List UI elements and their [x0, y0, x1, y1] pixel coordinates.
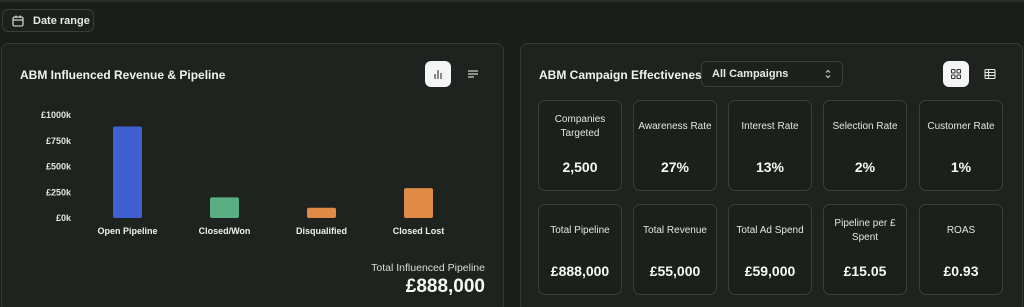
- campaign-effectiveness-panel: ABM Campaign Effectiveness All Campaigns…: [520, 43, 1023, 307]
- metric-card-total-revenue: Total Revenue £55,000: [633, 204, 717, 295]
- top-divider: [0, 0, 1024, 2]
- calendar-icon: [12, 15, 24, 27]
- panel-title: ABM Campaign Effectiveness: [539, 68, 709, 82]
- metric-label: Interest Rate: [741, 121, 799, 132]
- table-view-button[interactable]: [977, 61, 1003, 87]
- metric-card-total-ad-spend: Total Ad Spend £59,000: [728, 204, 812, 295]
- x-category-label: Open Pipeline: [97, 226, 157, 236]
- metric-value: £55,000: [649, 263, 701, 279]
- date-range-label: Date range: [33, 14, 90, 27]
- x-category-label: Closed/Won: [199, 226, 251, 236]
- campaign-select-value: All Campaigns: [712, 68, 789, 80]
- metric-value: 27%: [660, 159, 690, 175]
- metric-label: Total Pipeline: [550, 225, 610, 236]
- metric-label: Awareness Rate: [638, 121, 712, 132]
- metric-card-selection-rate: Selection Rate 2%: [823, 100, 907, 191]
- metric-value: £888,000: [550, 263, 610, 279]
- bar[interactable]: [307, 207, 336, 218]
- total-pipeline-value: £888,000: [405, 276, 485, 297]
- metric-card-companies-targeted: Companies Targeted 2,500: [538, 100, 622, 191]
- metric-label: ROAS: [946, 225, 976, 236]
- y-tick-label: £750k: [46, 136, 72, 146]
- y-tick-label: £0k: [56, 213, 72, 223]
- table-icon: [984, 68, 996, 80]
- total-pipeline-label: Total Influenced Pipeline: [371, 262, 485, 274]
- revenue-bar-chart: £0k £250k £500k £750k £1000k Open Pipeline Clo…: [41, 110, 445, 236]
- metric-label: Customer Rate: [927, 121, 995, 132]
- metric-label: Pipeline per £ Spent: [834, 218, 896, 243]
- metric-card-roas: ROAS £0.93: [919, 204, 1003, 295]
- y-tick-label: £250k: [46, 187, 72, 197]
- bar[interactable]: [404, 188, 433, 218]
- bar[interactable]: [210, 197, 239, 218]
- date-range-button[interactable]: Date range: [2, 9, 94, 32]
- grid-view-button[interactable]: [943, 61, 969, 87]
- metric-label: Total Ad Spend: [736, 225, 804, 236]
- metric-value: 13%: [755, 159, 785, 175]
- metric-label: Companies Targeted: [554, 114, 606, 139]
- y-tick-label: £1000k: [41, 110, 72, 120]
- campaign-select[interactable]: All Campaigns: [701, 61, 843, 87]
- metric-card-interest-rate: Interest Rate 13%: [728, 100, 812, 191]
- metric-value: 2%: [854, 159, 876, 175]
- metric-value: £15.05: [843, 263, 887, 279]
- x-category-label: Disqualified: [296, 226, 347, 236]
- metric-card-awareness-rate: Awareness Rate 27%: [633, 100, 717, 191]
- metric-card-pipeline-per-spend: Pipeline per £ Spent £15.05: [823, 204, 907, 295]
- metric-label: Selection Rate: [832, 121, 898, 132]
- metric-value: £0.93: [943, 263, 979, 279]
- revenue-pipeline-panel: ABM Influenced Revenue & Pipeline £0k £25…: [1, 43, 504, 307]
- bar[interactable]: [113, 126, 142, 218]
- metric-card-customer-rate: Customer Rate 1%: [919, 100, 1003, 191]
- chevron-updown-icon: [825, 69, 831, 79]
- metric-value: 1%: [950, 159, 972, 175]
- x-category-label: Closed Lost: [393, 226, 445, 236]
- y-tick-label: £500k: [46, 162, 72, 172]
- metric-card-total-pipeline: Total Pipeline £888,000: [538, 204, 622, 295]
- metric-value: 2,500: [562, 159, 598, 175]
- metric-label: Total Revenue: [643, 225, 707, 236]
- metric-value: £59,000: [744, 263, 796, 279]
- grid-icon: [950, 68, 962, 80]
